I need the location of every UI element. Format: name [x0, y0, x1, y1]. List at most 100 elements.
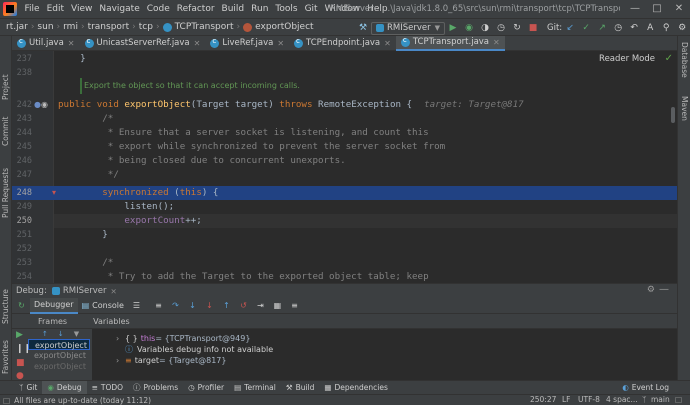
reader-mode-toggle[interactable]: Reader Mode — [599, 54, 655, 64]
variable-row-this[interactable]: › { } this = {TCPTransport@949} — [116, 333, 677, 344]
status-icon[interactable]: □ — [3, 396, 10, 405]
menu-edit[interactable]: Edit — [43, 0, 67, 18]
debug-icon[interactable]: ◉ — [462, 21, 476, 35]
lock-icon[interactable]: □ — [675, 395, 682, 404]
hide-panel-icon[interactable]: — — [659, 284, 669, 295]
close-window-icon[interactable]: ✕ — [668, 0, 690, 18]
line-separator[interactable]: LF — [562, 395, 571, 404]
settings-icon[interactable]: ⚙ — [675, 21, 689, 35]
close-icon[interactable]: ✕ — [493, 38, 500, 47]
force-step-into-icon[interactable]: ↓ — [204, 300, 215, 311]
down-arrow-icon[interactable]: ↓ — [58, 330, 64, 338]
tab-build[interactable]: ⚒ Build — [281, 381, 320, 394]
tab-todo[interactable]: ≡ TODO — [87, 381, 128, 394]
event-log-button[interactable]: ◐ Event Log — [617, 381, 674, 394]
tab-util-java[interactable]: Util.java ✕ — [12, 36, 80, 51]
search-icon[interactable]: ⚲ — [659, 21, 673, 35]
minimize-icon[interactable]: — — [624, 0, 646, 18]
frame-item[interactable]: exportObject — [28, 361, 90, 372]
menu-tools[interactable]: Tools — [272, 0, 301, 18]
expand-arrow-icon[interactable]: › — [116, 355, 125, 366]
stop-icon[interactable]: ■ — [16, 358, 25, 368]
git-branch[interactable]: main — [651, 395, 670, 404]
close-icon[interactable]: ✕ — [194, 39, 201, 48]
breadcrumb-rt-jar[interactable]: rt.jar — [6, 22, 28, 32]
menu-code[interactable]: Code — [143, 0, 173, 18]
menu-view[interactable]: View — [68, 0, 96, 18]
caret-position[interactable]: 250:27 — [530, 395, 556, 404]
menu-file[interactable]: File — [21, 0, 43, 18]
menu-refactor[interactable]: Refactor — [173, 0, 218, 18]
fold-marker-icon[interactable]: ▾ — [52, 188, 56, 197]
debug-session-tab[interactable]: RMIServer — [63, 286, 107, 296]
rollback-icon[interactable]: ↶ — [627, 21, 641, 35]
layout-icon[interactable]: ☰ — [131, 300, 142, 311]
stop-icon[interactable]: ■ — [526, 21, 540, 35]
tab-git[interactable]: ᛉ Git — [14, 381, 42, 394]
close-icon[interactable]: ✕ — [68, 39, 75, 48]
git-update-icon[interactable]: ↙ — [563, 21, 577, 35]
maximize-icon[interactable]: □ — [646, 0, 668, 18]
git-push-icon[interactable]: ↗ — [595, 21, 609, 35]
menu-run[interactable]: Run — [248, 0, 272, 18]
tab-debugger[interactable]: Debugger — [30, 297, 78, 314]
favorites-tool-tab[interactable]: Favorites — [1, 340, 10, 374]
filter-icon[interactable]: ▼ — [74, 330, 79, 338]
close-icon[interactable]: ✕ — [384, 39, 391, 48]
step-over-icon[interactable]: ↷ — [170, 300, 181, 311]
run-icon[interactable]: ▶ — [446, 21, 460, 35]
breadcrumb-tcp[interactable]: tcp — [139, 22, 153, 32]
profile-icon[interactable]: ◷ — [494, 21, 508, 35]
step-out-icon[interactable]: ↑ — [221, 300, 232, 311]
tab-unicastserverref-java[interactable]: UnicastServerRef.java ✕ — [80, 36, 206, 51]
project-tool-tab[interactable]: Project — [1, 74, 10, 100]
indent-setting[interactable]: 4 spac... — [606, 395, 638, 404]
code-editor[interactable]: 237 238 242 243 244 245 246 247 248 249 … — [12, 51, 677, 283]
tab-problems[interactable]: ⓘ Problems — [128, 381, 183, 394]
resume-icon[interactable]: ▶ — [16, 330, 23, 340]
database-tool-tab[interactable]: Database — [680, 42, 689, 78]
history-icon[interactable]: ◷ — [611, 21, 625, 35]
menu-build[interactable]: Build — [218, 0, 248, 18]
step-into-icon[interactable]: ↓ — [187, 300, 198, 311]
menu-git[interactable]: Git — [301, 0, 321, 18]
rerun-icon[interactable]: ↻ — [16, 300, 27, 311]
menu-navigate[interactable]: Navigate — [96, 0, 143, 18]
inspection-ok-icon[interactable]: ✓ — [665, 53, 673, 64]
evaluate-icon[interactable]: ▦ — [272, 300, 283, 311]
hammer-icon[interactable]: ⚒ — [356, 21, 370, 35]
run-to-cursor-icon[interactable]: ⇥ — [255, 300, 266, 311]
close-icon[interactable]: ✕ — [277, 39, 284, 48]
maven-tool-tab[interactable]: Maven — [680, 96, 689, 121]
rerun-icon[interactable]: ↻ — [510, 21, 524, 35]
drop-frame-icon[interactable]: ↺ — [238, 300, 249, 311]
frame-item[interactable]: exportObject — [28, 350, 90, 361]
trace-icon[interactable]: ≡ — [289, 300, 300, 311]
breadcrumb-class[interactable]: TCPTransport — [175, 22, 234, 32]
variable-row-target[interactable]: › ≡ target = {Target@817} — [116, 355, 677, 366]
coverage-icon[interactable]: ◑ — [478, 21, 492, 35]
translate-icon[interactable]: A — [643, 21, 657, 35]
show-execution-point-icon[interactable]: ≡ — [153, 300, 164, 311]
expand-arrow-icon[interactable]: › — [116, 333, 125, 344]
override-marker-icon[interactable]: ● — [34, 100, 41, 109]
breadcrumb-transport[interactable]: transport — [88, 22, 130, 32]
run-configuration-select[interactable]: RMIServer ▼ — [371, 21, 446, 35]
tab-profiler[interactable]: ◷ Profiler — [183, 381, 229, 394]
editor-scrollbar[interactable] — [671, 107, 675, 123]
tab-console[interactable]: ▤ Console — [78, 298, 128, 314]
structure-tool-tab[interactable]: Structure — [1, 289, 10, 324]
pull-requests-tool-tab[interactable]: Pull Requests — [1, 168, 10, 218]
tab-tcptransport-java[interactable]: TCPTransport.java✕ — [395, 35, 505, 51]
status-message[interactable]: All files are up-to-date (today 11:12) — [14, 396, 151, 405]
breadcrumb-sun[interactable]: sun — [37, 22, 53, 32]
close-icon[interactable]: ✕ — [110, 287, 116, 296]
up-arrow-icon[interactable]: ↑ — [42, 330, 48, 338]
tab-terminal[interactable]: ▤ Terminal — [229, 381, 281, 394]
frame-item[interactable]: exportObject — [28, 339, 90, 350]
tab-debug[interactable]: ◉ Debug — [42, 381, 87, 394]
breadcrumb-method[interactable]: exportObject — [255, 22, 313, 32]
git-commit-icon[interactable]: ✓ — [579, 21, 593, 35]
file-encoding[interactable]: UTF-8 — [578, 395, 600, 404]
tab-liveref-java[interactable]: LiveRef.java✕ — [205, 36, 289, 51]
